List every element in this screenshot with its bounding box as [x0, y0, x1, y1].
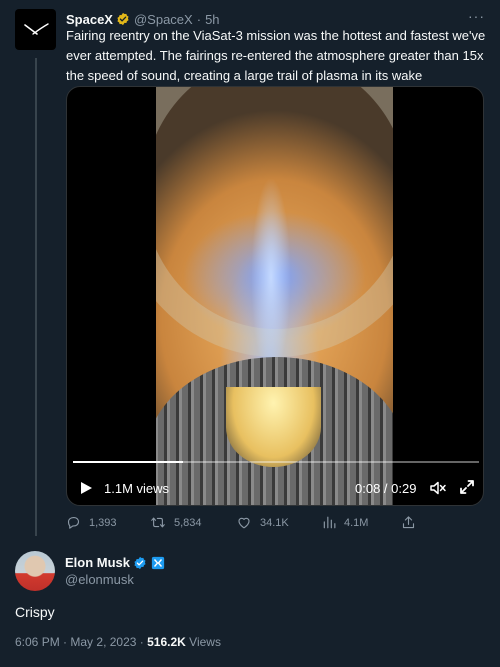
- tweet-time[interactable]: 5h: [205, 12, 219, 27]
- views-action[interactable]: 4.1M: [322, 515, 368, 530]
- meta-separator: ·: [63, 635, 68, 649]
- fullscreen-icon[interactable]: [458, 478, 476, 496]
- more-options-icon[interactable]: ···: [468, 8, 485, 24]
- thread-connector-line: [35, 58, 37, 536]
- mute-icon[interactable]: [429, 479, 447, 497]
- author-handle[interactable]: @SpaceX: [134, 12, 193, 27]
- like-count: 34.1K: [260, 516, 289, 529]
- tweet-actions: 1,393 5,834 34.1K 4.1M: [66, 515, 416, 535]
- reply-time[interactable]: 6:06 PM: [15, 635, 60, 649]
- reply-date[interactable]: May 2, 2023: [70, 635, 136, 649]
- spacex-logo-icon: [23, 22, 49, 35]
- heart-icon: [238, 517, 250, 529]
- retweet-count: 5,834: [174, 516, 202, 529]
- video-progress-bar[interactable]: [73, 461, 479, 463]
- reply-text: Crispy: [15, 604, 55, 620]
- separator-dot: ·: [196, 11, 202, 27]
- video-controls: 1.1M views 0:08 / 0:29: [67, 475, 483, 499]
- reply-meta: 6:06 PM · May 2, 2023 · 516.2K Views: [15, 635, 221, 649]
- reply-icon: [67, 516, 80, 529]
- verified-blue-badge-icon: [134, 556, 146, 569]
- play-icon[interactable]: [79, 481, 93, 495]
- tweet-text: Fairing reentry on the ViaSat-3 mission …: [66, 28, 486, 83]
- video-progress-fill: [73, 461, 183, 463]
- reply-author-handle[interactable]: @elonmusk: [65, 572, 134, 587]
- reply-action[interactable]: 1,393: [66, 515, 117, 530]
- reply-view-count: 516.2K: [147, 635, 186, 649]
- retweet-action[interactable]: 5,834: [150, 515, 202, 530]
- reply-count: 1,393: [89, 516, 117, 529]
- like-action[interactable]: 34.1K: [236, 515, 289, 530]
- meta-separator-2: ·: [139, 635, 144, 649]
- author-name[interactable]: SpaceX: [66, 12, 113, 27]
- reply-author-row: Elon Musk: [65, 555, 165, 570]
- elon-avatar[interactable]: [15, 551, 55, 591]
- affiliate-badge-icon: [151, 556, 165, 569]
- retweet-icon: [151, 517, 165, 528]
- analytics-icon: [323, 516, 336, 529]
- video-view-count: 1.1M views: [104, 481, 170, 496]
- video-time: 0:08 / 0:29: [355, 481, 417, 496]
- spacex-avatar[interactable]: [15, 9, 56, 50]
- share-icon: [402, 516, 415, 529]
- reply-views-label: Views: [189, 635, 221, 649]
- plasma-trail: [251, 177, 291, 377]
- view-count: 4.1M: [344, 516, 369, 529]
- verified-gold-badge-icon: [117, 12, 129, 26]
- video-player[interactable]: 1.1M views 0:08 / 0:29: [66, 86, 484, 506]
- reply-author-name[interactable]: Elon Musk: [65, 555, 130, 570]
- fairing-opening: [226, 387, 321, 467]
- video-frame: [156, 87, 393, 505]
- share-action[interactable]: [401, 515, 416, 530]
